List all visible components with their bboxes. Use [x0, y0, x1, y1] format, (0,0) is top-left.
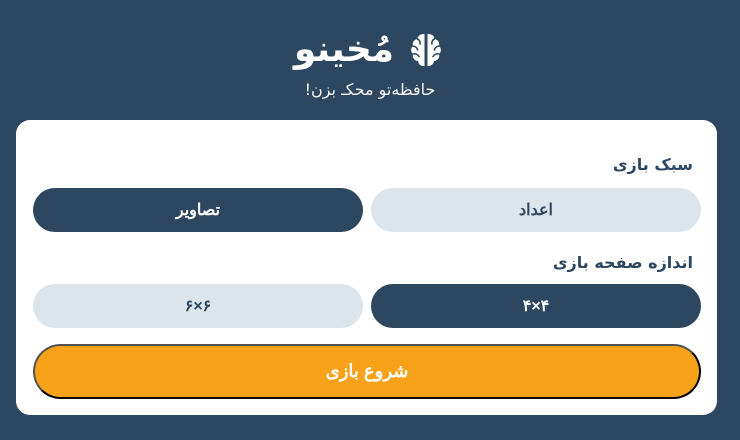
app-title: مُخینو	[293, 29, 395, 70]
size-option-4x4[interactable]: ۴×۴	[371, 284, 701, 328]
app-header: مُخینو حافظه‌تو محکـ بزن!	[0, 0, 740, 120]
game-style-label: سبک بازی	[612, 155, 693, 174]
tagline: حافظه‌تو محکـ بزن!	[304, 80, 436, 99]
brain-icon	[411, 33, 441, 67]
style-option-images[interactable]: تصاویر	[33, 188, 363, 232]
title-row: مُخینو	[294, 26, 446, 74]
style-option-numbers[interactable]: اعداد	[371, 188, 701, 232]
size-option-6x6[interactable]: ۶×۶	[33, 284, 363, 328]
start-game-button[interactable]: شروع بازی	[33, 344, 701, 399]
board-size-label: اندازه صفحه بازی	[552, 253, 693, 272]
settings-card: سبک بازی اعداد تصاویر اندازه صفحه بازی ۴…	[16, 120, 717, 415]
